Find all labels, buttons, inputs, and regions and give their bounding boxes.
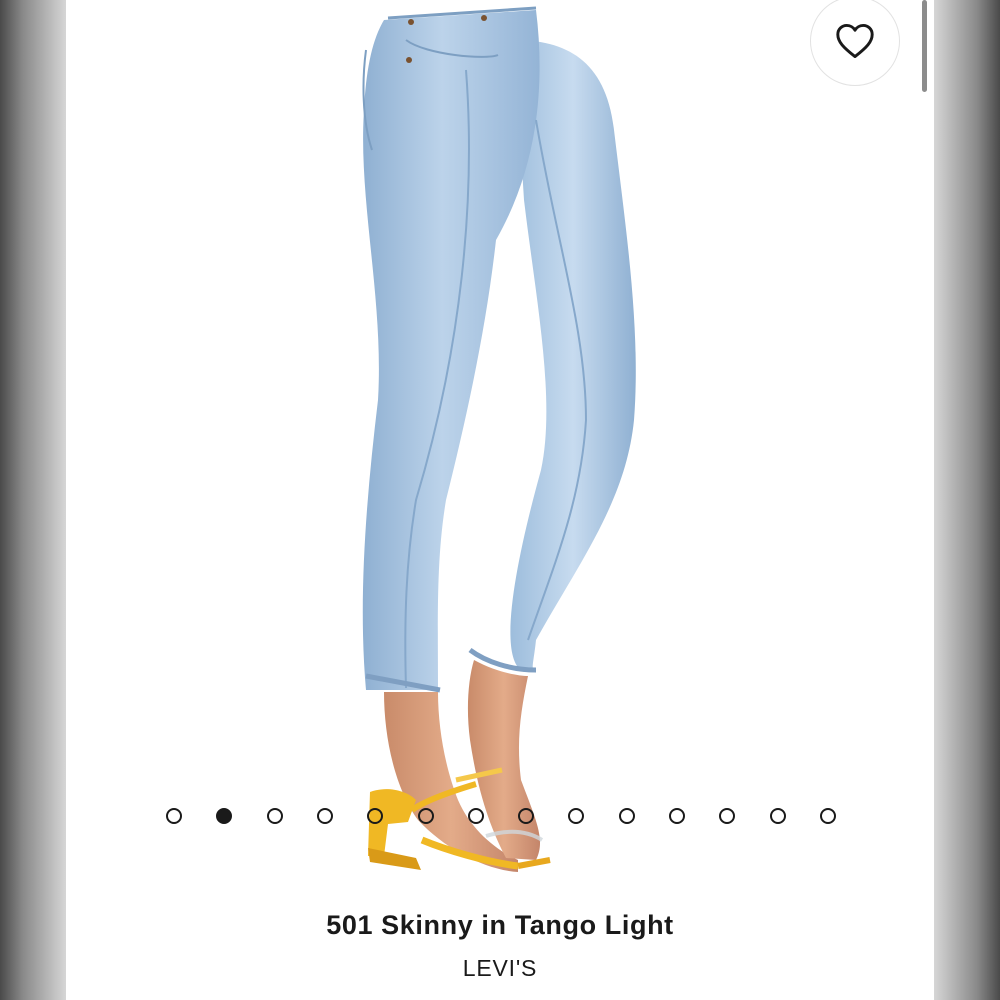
gallery-dot[interactable] — [467, 808, 484, 824]
gallery-dot[interactable] — [819, 808, 836, 824]
scrollbar[interactable] — [922, 0, 927, 92]
product-image[interactable] — [66, 0, 934, 895]
gallery-dot[interactable] — [719, 808, 736, 824]
gallery-dot[interactable] — [316, 808, 333, 824]
product-card: 501 Skinny in Tango Light LEVI'S — [66, 0, 934, 1000]
gallery-pagination — [66, 806, 934, 826]
gallery-dot[interactable] — [266, 808, 283, 824]
gallery-dot[interactable] — [568, 808, 585, 824]
favorite-button[interactable] — [810, 0, 900, 86]
gallery-dot[interactable] — [417, 808, 434, 824]
heart-outline-icon — [836, 23, 874, 59]
gallery-dot[interactable] — [618, 808, 635, 824]
product-brand[interactable]: LEVI'S — [66, 955, 934, 982]
backdrop-left — [0, 0, 66, 1000]
gallery-dot[interactable] — [669, 808, 685, 824]
product-title[interactable]: 501 Skinny in Tango Light — [66, 910, 934, 941]
gallery-dot[interactable] — [166, 808, 182, 824]
gallery-dot[interactable] — [367, 808, 384, 824]
gallery-dot[interactable] — [518, 808, 535, 824]
backdrop-right — [934, 0, 1000, 1000]
gallery-dot[interactable] — [769, 808, 786, 824]
gallery-dot[interactable] — [216, 808, 233, 824]
